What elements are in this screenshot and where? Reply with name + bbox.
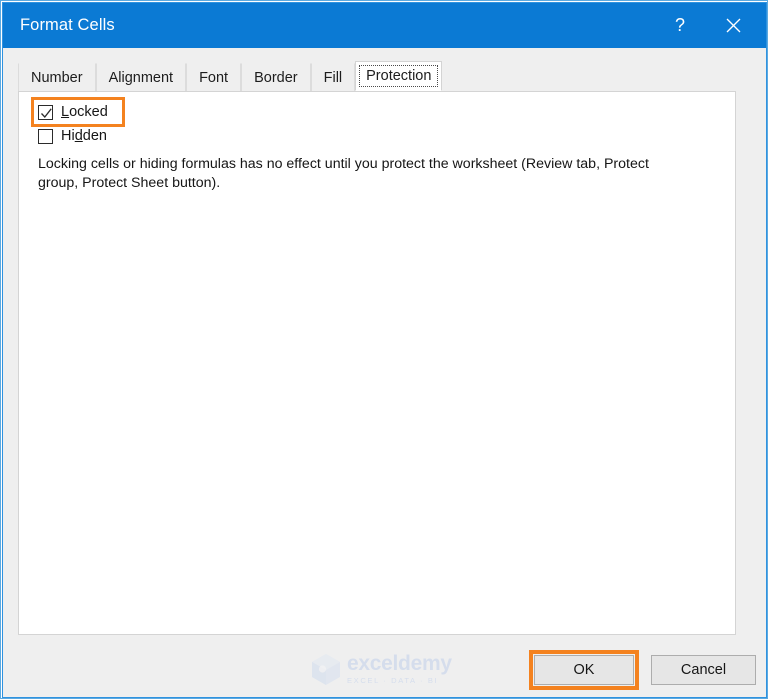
tab-number[interactable]: Number: [18, 63, 96, 91]
cancel-button[interactable]: Cancel: [651, 655, 756, 685]
watermark-subtitle: EXCEL · DATA · BI: [347, 677, 452, 685]
hidden-label-rest: den: [83, 128, 107, 144]
tab-border[interactable]: Border: [241, 63, 311, 91]
hidden-checkbox[interactable]: Hidden: [38, 128, 107, 144]
screen-frame: Format Cells ? Number: [0, 0, 768, 699]
close-button[interactable]: [710, 3, 756, 48]
tab-fill[interactable]: Fill: [311, 63, 356, 91]
ok-button[interactable]: OK: [534, 655, 634, 685]
protection-description: Locking cells or hiding formulas has no …: [38, 155, 684, 193]
tab-label: Border: [254, 70, 298, 86]
tab-label: Alignment: [109, 70, 173, 86]
screen-frame-inner: Format Cells ? Number: [2, 2, 767, 698]
locked-accel-letter: L: [61, 104, 69, 120]
hidden-label: Hidden: [61, 128, 107, 144]
tab-strip: Number Alignment Font Border Fill Protec…: [18, 62, 442, 91]
tab-label: Fill: [324, 70, 343, 86]
tab-font[interactable]: Font: [186, 63, 241, 91]
watermark-text: exceldemy EXCEL · DATA · BI: [347, 653, 452, 685]
locked-checkbox[interactable]: Locked: [38, 104, 108, 120]
tab-label: Protection: [366, 68, 431, 84]
checkbox-box-unchecked: [38, 129, 53, 144]
hidden-label-start: Hi: [61, 128, 75, 144]
dialog-titlebar: Format Cells ?: [3, 3, 766, 48]
watermark-name: exceldemy: [347, 653, 452, 674]
checkbox-box-checked: [38, 105, 53, 120]
protection-panel: Locked Hidden Locking cells or hiding fo…: [18, 91, 736, 635]
help-button[interactable]: ?: [657, 3, 703, 48]
tab-label: Number: [31, 70, 83, 86]
format-cells-dialog: Format Cells ? Number: [3, 3, 766, 697]
close-icon: [726, 18, 741, 33]
tab-label: Font: [199, 70, 228, 86]
dialog-title: Format Cells: [20, 16, 115, 35]
question-mark-icon: ?: [675, 15, 685, 36]
locked-label-rest: ocked: [69, 104, 108, 120]
checkmark-icon: [40, 107, 53, 120]
tab-protection[interactable]: Protection: [355, 61, 442, 91]
locked-label: Locked: [61, 104, 108, 120]
cube-logo-icon: [311, 653, 341, 685]
hidden-accel-letter: d: [75, 128, 83, 144]
exceldemy-watermark: exceldemy EXCEL · DATA · BI: [311, 652, 471, 686]
tab-alignment[interactable]: Alignment: [96, 63, 186, 91]
